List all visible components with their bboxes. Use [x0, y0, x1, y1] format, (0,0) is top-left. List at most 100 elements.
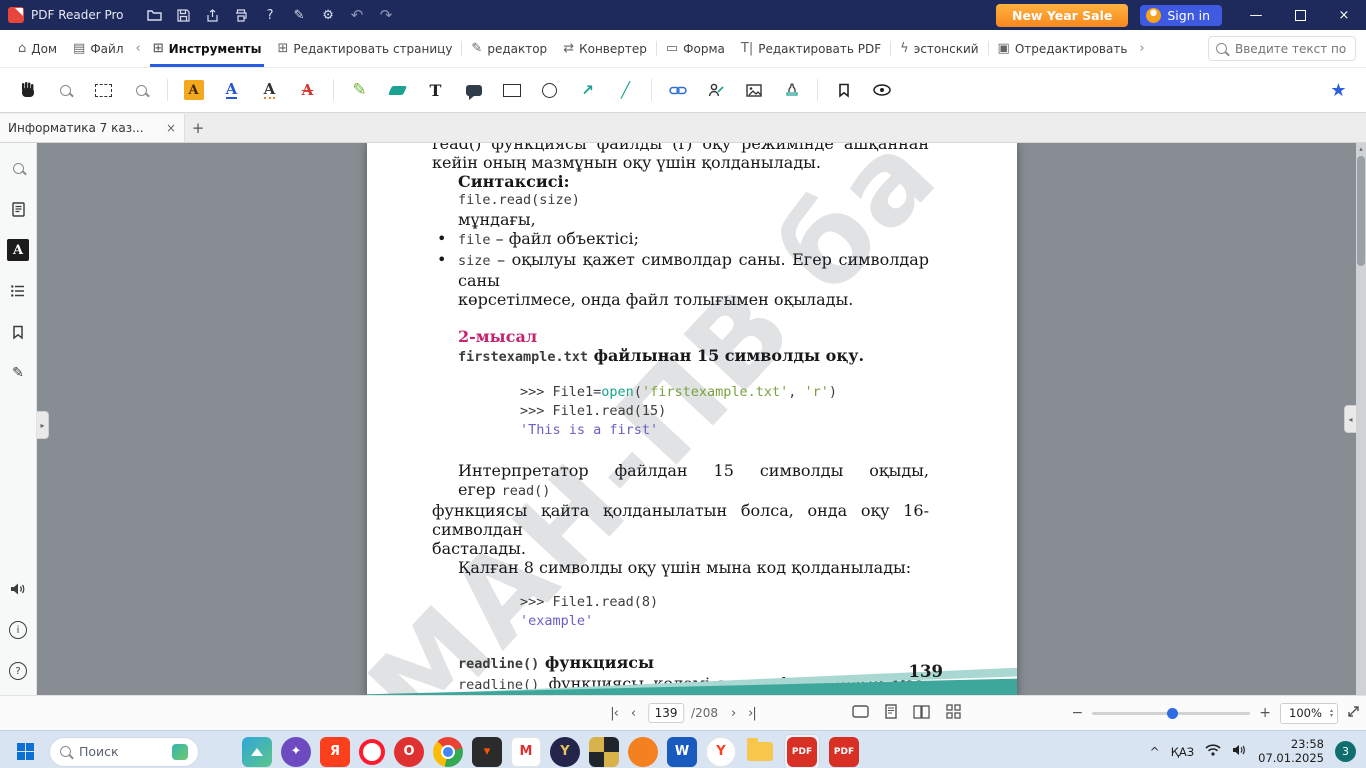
- redo-icon[interactable]: ↷: [372, 0, 401, 30]
- rectangle-tool-icon[interactable]: [496, 74, 527, 106]
- tab-close-icon[interactable]: ×: [166, 121, 176, 135]
- help-circle-icon[interactable]: ?: [6, 659, 30, 683]
- menu-scroll-right-icon[interactable]: ›: [1135, 41, 1148, 56]
- print-icon[interactable]: [227, 0, 256, 30]
- zoom-slider[interactable]: [1092, 712, 1250, 715]
- comment-tool-icon[interactable]: [458, 74, 489, 106]
- widgets-icon[interactable]: [242, 737, 272, 767]
- maximize-button[interactable]: [1278, 0, 1322, 30]
- scroll-up-icon[interactable]: ▴: [1356, 143, 1366, 155]
- menu-item-edit-pdf[interactable]: T| Редактировать PDF: [733, 30, 889, 67]
- scrollbar-thumb[interactable]: [1357, 156, 1365, 266]
- next-page-icon[interactable]: ›: [731, 706, 735, 721]
- zoom-spinner[interactable]: ▴ ▾: [1330, 708, 1333, 718]
- thumbnails-panel-icon[interactable]: [6, 197, 30, 221]
- zoom-slider-thumb[interactable]: [1167, 708, 1178, 719]
- eraser-icon[interactable]: [382, 74, 413, 106]
- menu-item-redact[interactable]: ▣ Отредактировать: [990, 30, 1136, 67]
- tray-chevron-icon[interactable]: ^: [1150, 745, 1160, 759]
- tab-add-icon[interactable]: +: [185, 114, 211, 142]
- menu-item-tools[interactable]: ⊞ Инструменты: [145, 30, 270, 67]
- link-tool-icon[interactable]: [662, 74, 693, 106]
- highlight-tool-icon[interactable]: A: [178, 74, 209, 106]
- zoom-text-icon[interactable]: [50, 74, 81, 106]
- opera-icon[interactable]: [359, 739, 385, 765]
- annotations-panel-icon[interactable]: A: [6, 238, 30, 262]
- pdf-reader-taskbar-active[interactable]: PDF: [784, 734, 820, 768]
- grid-view-icon[interactable]: [946, 704, 961, 722]
- favorite-star-icon[interactable]: ★: [1323, 74, 1354, 106]
- pdf-app2-icon[interactable]: PDF: [829, 737, 859, 767]
- music-app-icon[interactable]: Y: [550, 737, 580, 767]
- close-button[interactable]: ×: [1322, 0, 1366, 30]
- left-panel-handle[interactable]: ▸: [37, 411, 49, 439]
- save-icon[interactable]: [169, 0, 198, 30]
- read-aloud-icon[interactable]: [6, 577, 30, 601]
- reading-mode-icon[interactable]: [852, 705, 869, 721]
- document-tab[interactable]: Информатика 7 каз... ×: [0, 114, 185, 142]
- opera-gx-icon[interactable]: O: [394, 737, 424, 767]
- pen-icon[interactable]: ✎: [285, 0, 314, 30]
- freehand-pen-icon[interactable]: ✎: [344, 74, 375, 106]
- chess-app-icon[interactable]: [589, 737, 619, 767]
- chrome-icon[interactable]: [433, 737, 463, 767]
- file-explorer-icon[interactable]: [745, 737, 775, 767]
- search-camera-icon[interactable]: [172, 744, 188, 760]
- line-tool-icon[interactable]: ╱: [610, 74, 641, 106]
- outline-panel-icon[interactable]: [6, 279, 30, 303]
- menu-item-file[interactable]: ▤ Файл: [65, 30, 131, 67]
- strikeout-tool-icon[interactable]: A: [292, 74, 323, 106]
- ok-app-icon[interactable]: [628, 737, 658, 767]
- page-number-input[interactable]: [648, 703, 684, 723]
- yandex-browser-icon[interactable]: Y: [706, 737, 736, 767]
- fullscreen-icon[interactable]: [1347, 705, 1360, 721]
- undo-icon[interactable]: ↶: [343, 0, 372, 30]
- search-panel-icon[interactable]: [6, 156, 30, 180]
- menu-scroll-left-icon[interactable]: ‹: [132, 41, 145, 56]
- yandex-app-icon[interactable]: Я: [320, 737, 350, 767]
- zoom-level-select[interactable]: 100% ▴ ▾: [1280, 703, 1338, 724]
- wifi-icon[interactable]: [1205, 744, 1221, 759]
- info-icon[interactable]: i: [6, 618, 30, 642]
- text-tool-icon[interactable]: T: [420, 74, 451, 106]
- menu-item-home[interactable]: ⌂ Дом: [10, 30, 65, 67]
- open-folder-icon[interactable]: [140, 0, 169, 30]
- menu-item-estonian[interactable]: ϟ эстонский: [892, 30, 986, 67]
- notification-badge[interactable]: 3: [1335, 741, 1356, 762]
- search-input[interactable]: [1208, 36, 1356, 61]
- arrow-tool-icon[interactable]: ↗: [572, 74, 603, 106]
- mail-app-icon[interactable]: М: [511, 737, 541, 767]
- ellipse-tool-icon[interactable]: [534, 74, 565, 106]
- underline-tool-icon[interactable]: A: [216, 74, 247, 106]
- sign-in-button[interactable]: Sign in: [1140, 5, 1222, 26]
- last-page-icon[interactable]: ›|: [748, 706, 756, 721]
- start-button[interactable]: [10, 737, 40, 767]
- first-page-icon[interactable]: |‹: [610, 706, 618, 721]
- menu-item-editor[interactable]: ✎ редактор: [463, 30, 555, 67]
- clock[interactable]: 23:58 07.01.2025: [1258, 738, 1324, 765]
- hand-tool-icon[interactable]: [12, 74, 43, 106]
- loupe-icon[interactable]: [126, 74, 157, 106]
- zoom-in-icon[interactable]: +: [1259, 705, 1271, 721]
- taskbar-search[interactable]: Поиск: [49, 737, 199, 767]
- minimize-button[interactable]: —: [1234, 0, 1278, 30]
- help-icon[interactable]: ?: [256, 0, 285, 30]
- volume-icon[interactable]: [1232, 744, 1247, 759]
- bookmark-tool-icon[interactable]: [828, 74, 859, 106]
- menu-item-edit-page[interactable]: ⊞ Редактировать страницу: [269, 30, 460, 67]
- share-icon[interactable]: [198, 0, 227, 30]
- game-shield-icon[interactable]: ▾: [472, 737, 502, 767]
- right-panel-handle[interactable]: ◂: [1344, 405, 1356, 433]
- preview-eye-icon[interactable]: [866, 74, 897, 106]
- squiggly-tool-icon[interactable]: A: [254, 74, 285, 106]
- image-tool-icon[interactable]: [738, 74, 769, 106]
- single-page-icon[interactable]: [885, 704, 897, 722]
- signature-panel-icon[interactable]: ✎: [6, 361, 30, 385]
- zoom-out-icon[interactable]: −: [1072, 705, 1084, 721]
- stamp-tool-icon[interactable]: [776, 74, 807, 106]
- bookmarks-panel-icon[interactable]: [6, 320, 30, 344]
- vertical-scrollbar[interactable]: ▴: [1356, 143, 1366, 695]
- document-canvas[interactable]: АРМАН-ПВ ба read() функциясы файлды (r) …: [37, 143, 1366, 695]
- select-area-icon[interactable]: [88, 74, 119, 106]
- previous-page-icon[interactable]: ‹: [631, 706, 635, 721]
